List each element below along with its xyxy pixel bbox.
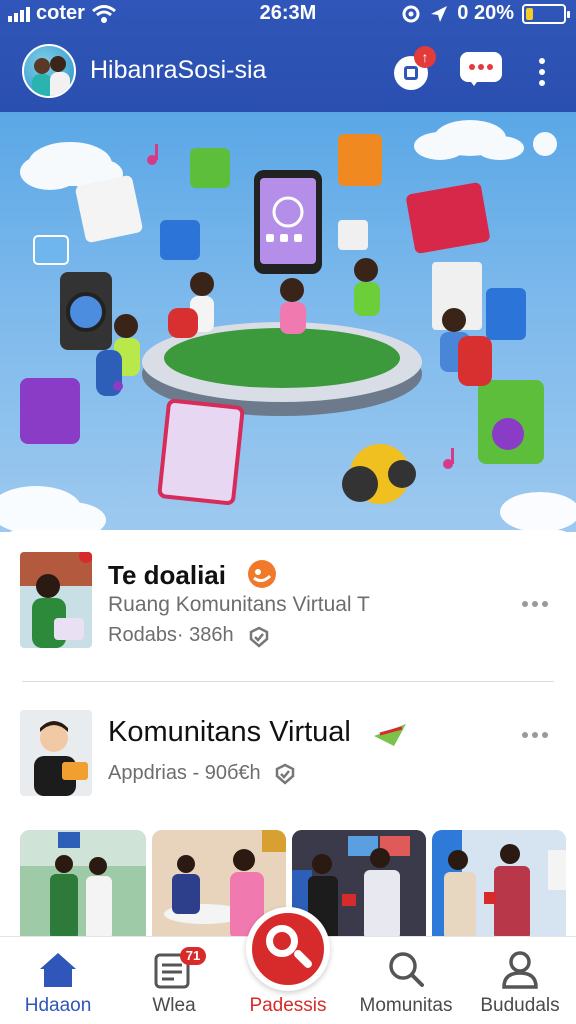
feed-post[interactable]: Komunitans Virtual Appdrias - 90б€h	[0, 710, 576, 800]
search-icon	[389, 952, 424, 987]
divider	[22, 681, 554, 682]
app-header: HibanraSosi-sia ↑	[0, 38, 576, 106]
profile-avatar[interactable]	[22, 44, 76, 98]
nav-label: Momunitas	[359, 995, 453, 1016]
nav-item-feed[interactable]: 71 Wlea	[116, 937, 232, 1024]
notification-button[interactable]: ↑	[394, 46, 436, 90]
nav-label: Bududals	[480, 995, 560, 1016]
verified-icon	[275, 763, 295, 785]
post-author-name[interactable]: Komunitans Virtual	[108, 716, 351, 749]
nav-item-home[interactable]: Hdaaon	[0, 937, 116, 1024]
post-subtitle: Ruang Komunitans Virtual T	[108, 593, 370, 616]
nav-item-profile[interactable]: Bududals	[462, 937, 576, 1024]
notification-icon	[404, 66, 418, 80]
hero-illustration[interactable]	[0, 112, 576, 532]
home-icon	[40, 953, 76, 987]
hero-scene	[0, 120, 576, 532]
emoji-icon	[248, 560, 276, 588]
plane-icon	[374, 724, 406, 746]
post-thumbnail[interactable]	[20, 552, 92, 648]
gallery-photo[interactable]	[20, 830, 146, 940]
post-more-button[interactable]	[522, 601, 550, 609]
verified-icon	[249, 626, 269, 648]
post-meta: Rodabs· 386h	[108, 624, 234, 646]
bottom-nav: Hdaaon 71 Wlea Padessis Momunitas Bududa…	[0, 907, 576, 1024]
location-icon	[431, 5, 448, 22]
feed-badge: 71	[180, 947, 206, 965]
nav-label: Padessis	[249, 995, 327, 1016]
battery-text: 0 20%	[457, 2, 514, 24]
notification-badge: ↑	[414, 46, 436, 68]
nav-label: Hdaaon	[24, 995, 92, 1016]
nav-item-search-primary[interactable]: Padessis	[230, 907, 346, 1024]
nav-label: Wlea	[152, 995, 196, 1016]
post-meta: Appdrias - 90б€h	[108, 762, 261, 784]
post-more-button[interactable]	[522, 732, 550, 740]
nav-item-community[interactable]: Momunitas	[348, 937, 464, 1024]
more-menu-button[interactable]	[532, 56, 552, 88]
app-title: HibanraSosi-sia	[90, 56, 267, 84]
status-bar: coter 26:3M 0 20%	[0, 0, 576, 28]
app-header-bar: coter 26:3M 0 20% HibanraSosi-sia ↑	[0, 0, 576, 112]
battery-icon	[522, 3, 570, 24]
post-thumbnail[interactable]	[20, 710, 92, 796]
sync-icon	[402, 5, 420, 22]
post-author-name[interactable]: Te doaliai	[108, 560, 226, 591]
chat-button[interactable]	[460, 52, 502, 86]
gallery-photo[interactable]	[432, 830, 566, 940]
feed-post[interactable]: Te doaliai Ruang Komunitans Virtual T Ro…	[0, 552, 576, 662]
user-icon	[502, 951, 538, 989]
search-fab-button[interactable]	[246, 907, 330, 991]
